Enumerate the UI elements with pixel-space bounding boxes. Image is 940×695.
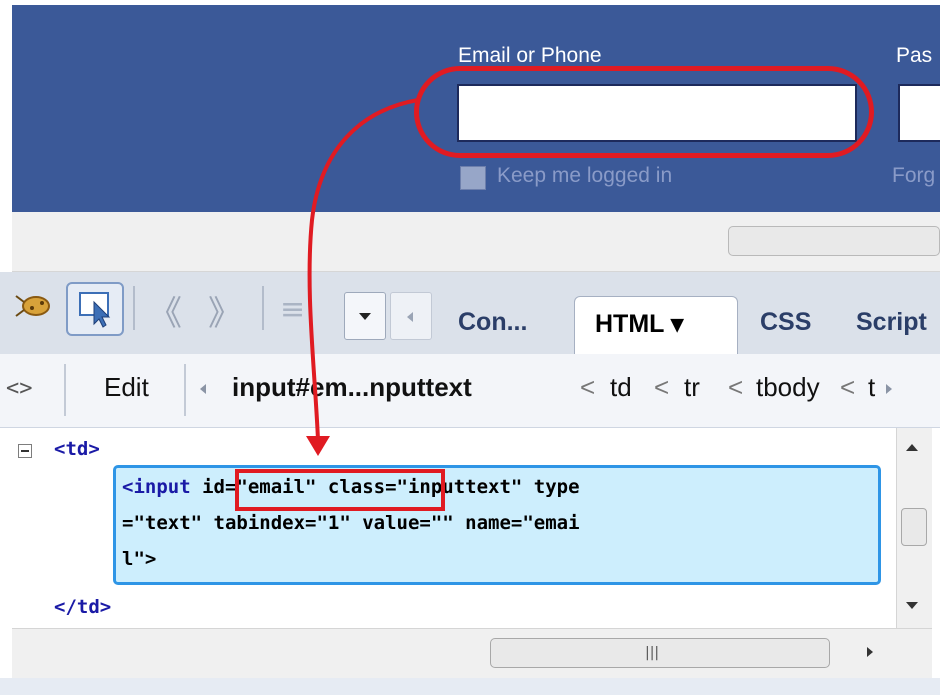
inspect-button[interactable] bbox=[66, 282, 124, 336]
scroll-right-icon[interactable] bbox=[867, 647, 873, 657]
edit-button[interactable]: Edit bbox=[104, 372, 149, 403]
minus-icon bbox=[21, 450, 29, 452]
list-icon[interactable]: ≡ bbox=[280, 292, 305, 327]
keep-logged-in-checkbox[interactable] bbox=[460, 166, 486, 190]
forgot-link[interactable]: Forg bbox=[892, 164, 935, 188]
horizontal-scrollbar[interactable]: ||| bbox=[12, 628, 932, 678]
forward-arrow-icon[interactable]: 》 bbox=[208, 286, 242, 335]
vertical-scroll-thumb[interactable] bbox=[901, 508, 927, 546]
annotation-rectangle bbox=[235, 469, 445, 511]
horizontal-scroll-thumb[interactable]: ||| bbox=[490, 638, 830, 668]
breadcrumb-table[interactable]: t bbox=[868, 372, 875, 403]
breadcrumb-separator: < bbox=[728, 372, 744, 402]
scroll-up-icon[interactable] bbox=[906, 444, 918, 451]
code-attrs-3: l"> bbox=[122, 548, 157, 570]
breadcrumb-divider bbox=[184, 364, 186, 416]
chevron-left-icon bbox=[407, 312, 413, 322]
collapse-toggle[interactable] bbox=[18, 444, 32, 458]
email-label: Email or Phone bbox=[458, 44, 602, 67]
breadcrumb-current[interactable]: input#em...nputtext bbox=[232, 372, 472, 403]
breadcrumb-separator: < bbox=[840, 372, 856, 402]
breadcrumb-separator: < bbox=[654, 372, 670, 402]
breadcrumb-tr[interactable]: tr bbox=[684, 372, 700, 403]
breadcrumb-divider bbox=[64, 364, 66, 416]
code-input-tag: <input bbox=[122, 476, 203, 498]
tab-html[interactable]: HTML ▾ bbox=[574, 296, 738, 354]
tab-css[interactable]: CSS bbox=[760, 296, 830, 354]
breadcrumb-td[interactable]: td bbox=[610, 372, 632, 403]
chevron-right-icon[interactable] bbox=[886, 384, 892, 394]
code-line-td-open[interactable]: <td> bbox=[54, 438, 100, 460]
window-bottom-edge bbox=[0, 678, 940, 695]
firebug-bug-icon[interactable] bbox=[12, 284, 56, 328]
vertical-scrollbar[interactable] bbox=[896, 428, 932, 628]
breadcrumb-separator: < bbox=[580, 372, 596, 402]
code-attrs-2: ="text" tabindex="1" value="" name="emai bbox=[122, 512, 580, 534]
toolbar-divider bbox=[133, 286, 135, 330]
grip-icon: ||| bbox=[645, 645, 660, 661]
tab-script[interactable]: Script bbox=[856, 296, 940, 354]
password-field[interactable] bbox=[898, 84, 940, 142]
screenshot-frame: Email or Phone Pas Keep me logged in For… bbox=[0, 0, 940, 695]
annotation-oval bbox=[414, 66, 874, 158]
tab-scroll-left-button[interactable] bbox=[390, 292, 432, 340]
inspect-cursor-icon bbox=[79, 292, 111, 328]
element-picker-icon[interactable]: <> bbox=[6, 376, 33, 401]
code-line-td-close[interactable]: </td> bbox=[54, 596, 111, 618]
scroll-down-icon[interactable] bbox=[906, 602, 918, 609]
chevron-left-icon[interactable] bbox=[200, 384, 206, 394]
tab-console[interactable]: Con... bbox=[458, 296, 558, 354]
toolbar-divider bbox=[262, 286, 264, 330]
breadcrumb-tbody[interactable]: tbody bbox=[756, 372, 820, 403]
keep-logged-in-label: Keep me logged in bbox=[497, 164, 673, 187]
password-label: Pas bbox=[896, 44, 933, 67]
chevron-down-icon bbox=[359, 313, 371, 320]
panel-dropdown-button[interactable] bbox=[344, 292, 386, 340]
page-scrollbar[interactable] bbox=[728, 226, 940, 256]
back-arrow-icon[interactable]: 《 bbox=[148, 286, 182, 335]
